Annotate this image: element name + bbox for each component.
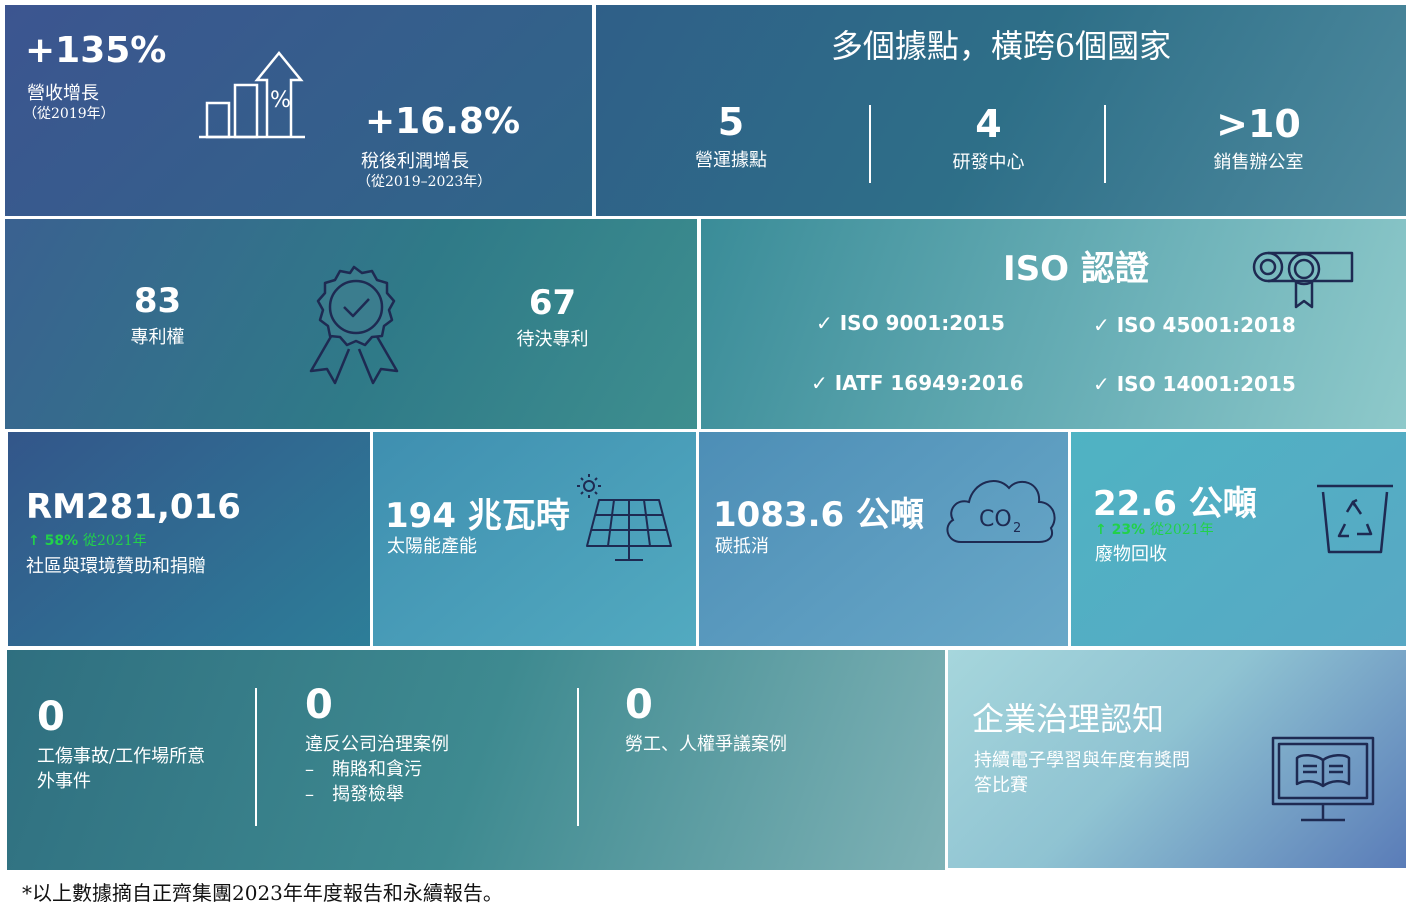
locations-tile: 多個據點，橫跨6個國家 5 營運據點 4 研發中心 >10 銷售辦公室 — [596, 5, 1406, 216]
divider — [869, 105, 871, 183]
iso-item-text: ISO 14001:2015 — [1116, 372, 1296, 396]
incident-label-line: 外事件 — [37, 771, 91, 792]
community-donation-tile: RM281,016 ↑ 58% 從2021年 社區與環境贊助和捐贈 — [8, 432, 370, 646]
incident-label-line: – 賄賂和貪污 — [305, 759, 422, 780]
patents-tile: 83 專利權 67 待決專利 — [5, 219, 697, 429]
community-donation-label: 社區與環境贊助和捐贈 — [26, 556, 206, 577]
incident-value: 0 — [305, 682, 333, 728]
patents-granted-label: 專利權 — [130, 327, 185, 348]
iso-item-text: ISO 9001:2015 — [839, 311, 1005, 335]
stat-operating-sites: 5 營運據點 — [636, 100, 826, 172]
profit-growth-period: （從2019–2023年） — [357, 174, 492, 190]
incident-label-line: 違反公司治理案例 — [305, 734, 449, 755]
locations-title: 多個據點，橫跨6個國家 — [830, 27, 1172, 65]
community-change: ↑ 58% 從2021年 — [28, 530, 147, 550]
governance-desc-line: 持續電子學習與年度有獎問 — [974, 750, 1190, 771]
solar-capacity-value: 194 兆瓦時 — [385, 496, 570, 536]
divider — [255, 688, 257, 826]
waste-change: ↑ 23% 從2021年 — [1095, 519, 1214, 539]
stat-sales-offices: >10 銷售辦公室 — [1156, 102, 1361, 174]
incident-label-line: 工傷事故/工作場所意 — [37, 746, 206, 767]
arrow-up-icon: ↑ — [28, 533, 40, 549]
incident-label-line: 勞工、人權爭議案例 — [625, 734, 787, 755]
iso-title-text: ISO 認證 — [1003, 249, 1149, 289]
patents-granted-value: 83 — [133, 281, 182, 321]
solar-capacity-label: 太陽能產能 — [387, 536, 477, 557]
incident-governance: 0 違反公司治理案例 – 賄賂和貪污 – 揭發檢舉 — [305, 682, 449, 807]
iso-item-45001: ✓ ISO 45001:2018 — [1093, 313, 1296, 337]
revenue-growth-label: 營收增長 — [27, 83, 99, 104]
governance-title: 企業治理認知 — [972, 700, 1165, 738]
waste-change-since: 從2021年 — [1150, 522, 1214, 538]
patents-granted: 83 專利權 — [105, 281, 210, 349]
community-change-since: 從2021年 — [83, 533, 147, 549]
footnote: *以上數據摘自正齊集團2023年年度報告和永續報告。 — [22, 881, 503, 905]
divider — [577, 688, 579, 826]
community-change-value: 58% — [44, 533, 79, 549]
patents-pending-value: 67 — [528, 283, 577, 323]
waste-change-value: 23% — [1111, 522, 1146, 538]
solar-capacity-tile: 194 兆瓦時 太陽能產能 — [373, 432, 696, 646]
profit-growth-value: +16.8% — [365, 101, 521, 142]
profit-growth-label: 稅後利潤增長 — [361, 151, 469, 172]
governance-desc-line: 答比賽 — [974, 775, 1028, 796]
community-donation-value: RM281,016 — [26, 487, 241, 527]
arrow-up-icon: ↑ — [1095, 522, 1107, 538]
stat-label: 營運據點 — [695, 150, 767, 171]
certificate-scroll-icon — [1252, 251, 1354, 309]
incident-value: 0 — [37, 694, 65, 740]
incident-labour-rights: 0 勞工、人權爭議案例 — [625, 682, 787, 757]
zero-incidents-tile: 0 工傷事故/工作場所意 外事件 0 違反公司治理案例 – 賄賂和貪污 – 揭發… — [7, 650, 945, 870]
carbon-offset-tile: 1083.6 公噸 碳抵消 CO 2 — [699, 432, 1068, 646]
stat-value: >10 — [1216, 102, 1301, 146]
stat-value: 5 — [717, 100, 745, 144]
incident-label-line: – 揭發檢舉 — [305, 784, 404, 805]
waste-recycling-label: 廢物回收 — [1095, 544, 1167, 565]
iso-certification-tile: ISO 認證 ✓ ISO 9001:2015 ✓ ISO 45001:2018 … — [701, 219, 1406, 429]
award-ribbon-icon — [309, 265, 399, 385]
stat-value: 4 — [975, 102, 1002, 146]
waste-recycling-value: 22.6 公噸 — [1093, 484, 1257, 524]
stat-rd-centers: 4 研發中心 — [891, 102, 1086, 174]
patents-pending-label: 待決專利 — [516, 329, 589, 350]
iso-item-text: IATF 16949:2016 — [834, 371, 1024, 395]
carbon-offset-value: 1083.6 公噸 — [713, 495, 925, 535]
growth-chart-percent-icon: % — [199, 51, 305, 139]
waste-recycling-tile: 22.6 公噸 ↑ 23% 從2021年 廢物回收 — [1071, 432, 1406, 646]
iso-item-9001: ✓ ISO 9001:2015 — [816, 311, 1005, 335]
incident-workplace: 0 工傷事故/工作場所意 外事件 — [37, 694, 205, 794]
iso-item-16949: ✓ IATF 16949:2016 — [811, 371, 1024, 395]
monitor-book-icon — [1271, 736, 1375, 822]
incident-value: 0 — [625, 682, 653, 728]
stat-label: 研發中心 — [952, 152, 1025, 173]
solar-panel-icon — [577, 474, 672, 561]
co2-text: CO — [979, 507, 1012, 532]
revenue-growth-period: （從2019年） — [23, 106, 115, 122]
carbon-offset-label: 碳抵消 — [715, 536, 769, 557]
patents-pending: 67 待決專利 — [495, 283, 610, 351]
recycle-bin-icon — [1317, 484, 1393, 554]
iso-item-14001: ✓ ISO 14001:2015 — [1093, 372, 1296, 396]
svg-text:%: % — [270, 88, 291, 113]
governance-tile: 企業治理認知 持續電子學習與年度有獎問 答比賽 — [948, 650, 1406, 868]
stat-label: 銷售辦公室 — [1213, 152, 1304, 173]
revenue-growth-tile: +135% 營收增長 （從2019年） % +16.8% 稅後利潤增長 （從20… — [5, 5, 592, 216]
iso-item-text: ISO 45001:2018 — [1116, 313, 1296, 337]
co2-subscript: 2 — [1013, 521, 1021, 536]
co2-cloud-icon: CO 2 — [946, 479, 1056, 543]
revenue-growth-value: +135% — [25, 30, 167, 71]
divider — [1104, 105, 1106, 183]
